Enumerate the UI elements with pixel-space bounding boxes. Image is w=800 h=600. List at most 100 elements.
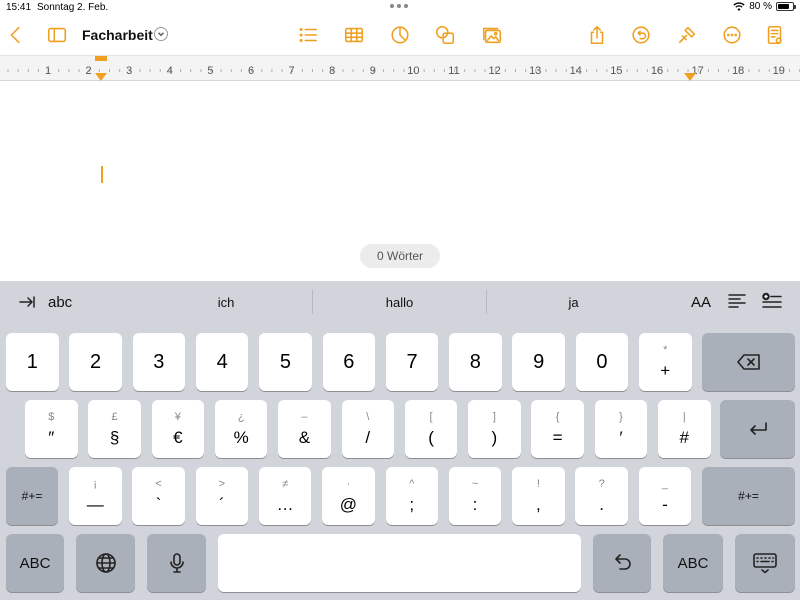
keyboard-key[interactable]: $ ″ [25,400,78,458]
ruler-number: 1 [45,65,51,77]
margin-marker-icon[interactable] [684,73,696,81]
globe-key[interactable] [76,534,135,592]
word-count-badge[interactable]: 0 Wörter [360,244,440,268]
keyboard-key[interactable]: * + [639,333,692,391]
keyboard-key[interactable]: } ′ [594,400,648,458]
toolbar: Facharbeit [0,17,800,53]
keyboard-key[interactable]: 7 [385,333,439,391]
key-label: & [298,428,311,447]
key-label: + [660,361,671,380]
more-symbols-key-left[interactable]: #+= [6,467,58,525]
key-label: 6 [343,351,355,373]
list-icon[interactable] [296,23,320,47]
key-label: 9 [533,351,545,373]
key-label: @ [339,495,358,514]
keyboard-key[interactable]: < ` [132,467,185,525]
document-title[interactable]: Facharbeit [82,27,153,43]
ruler-number: 6 [248,65,254,77]
prediction-word[interactable]: hallo [313,295,486,310]
multitasking-dots-icon[interactable] [390,4,408,8]
back-chevron-icon[interactable] [4,23,28,47]
shapes-icon[interactable] [433,23,457,47]
keyboard-key[interactable]: 4 [195,333,249,391]
key-alt-label: $ [48,411,55,423]
abc-key-left[interactable]: ABC [6,534,64,592]
keyboard-key[interactable]: [( [404,400,458,458]
more-icon[interactable] [720,23,744,47]
keyboard-key[interactable]: ^; [385,467,438,525]
sidebar-icon[interactable] [45,23,69,47]
indent-marker-icon[interactable] [95,56,107,61]
keyboard-key[interactable]: 0 [575,333,629,391]
return-key[interactable] [720,400,795,458]
prediction-word[interactable]: ich [140,295,312,310]
keyboard-key[interactable]: 1 [6,333,59,391]
document-icon[interactable] [763,23,787,47]
keyboard-key[interactable]: !, [512,467,565,525]
format-brush-icon[interactable] [675,23,699,47]
keyboard-key[interactable]: > ´ [195,467,249,525]
keyboard-key[interactable]: ~: [448,467,502,525]
keyboard-key[interactable]: \ / [341,400,394,458]
keyboard-key[interactable]: £ § [88,400,141,458]
key-alt-label: ? [598,478,605,490]
keyboard-key[interactable]: ¿% [214,400,268,458]
ruler-number: 15 [610,65,622,77]
keyboard-key[interactable]: | # [658,400,711,458]
key-label: / [365,428,371,447]
key-label: ″ [48,428,55,447]
key-alt-label: ≠ [282,478,289,490]
paragraph-style-icon[interactable] [727,292,747,310]
prediction-word[interactable]: ja [487,295,660,310]
key-label: ; [409,495,415,514]
text-cursor [101,166,103,183]
space-bar[interactable] [218,534,581,592]
keyboard-key[interactable]: 5 [259,333,312,391]
keyboard-key[interactable]: ?. [575,467,628,525]
keyboard-key[interactable]: · @ [322,467,375,525]
keyboard-key[interactable]: {= [531,400,584,458]
key-label: : [472,495,478,514]
insert-list-icon[interactable] [761,292,783,310]
ruler-number: 11 [448,65,459,77]
delete-key[interactable] [702,333,795,391]
keyboard-key[interactable]: ¡ — [69,467,122,525]
hide-keyboard-key[interactable] [735,534,795,592]
ruler[interactable]: 1 2 3 4 5 6 7 8 9 10 11 12 13 14 15 16 17 18 19 [0,55,800,81]
title-chevron-down-icon[interactable] [154,27,168,41]
status-date: Sonntag 2. Feb. [37,2,109,13]
keyboard-key[interactable]: – & [278,400,331,458]
text-size-button[interactable]: AA [691,294,711,311]
key-alt-label: * [663,344,668,356]
dictation-key[interactable] [147,534,206,592]
undo-key[interactable] [593,534,651,592]
keyboard-key[interactable]: ¥ € [151,400,205,458]
key-label: 5 [279,351,291,373]
key-label: 7 [406,351,418,373]
key-alt-label: \ [366,411,370,423]
keyboard-key[interactable]: 2 [69,333,122,391]
keyboard-key[interactable]: _ - [638,467,692,525]
media-icon[interactable] [480,23,504,47]
keyboard-key[interactable]: 3 [132,333,186,391]
undo-icon[interactable] [629,23,653,47]
more-symbols-key-right[interactable]: #+= [702,467,795,525]
keyboard-key[interactable]: 8 [449,333,502,391]
key-alt-label: ¡ [93,478,98,490]
margin-marker-icon[interactable] [95,73,107,81]
chart-icon[interactable] [388,23,412,47]
key-label: 4 [216,351,228,373]
key-label: ) [491,428,498,447]
keyboard-key[interactable]: 6 [322,333,375,391]
keyboard-key[interactable]: ]) [468,400,521,458]
abc-key-right[interactable]: ABC [663,534,723,592]
table-icon[interactable] [342,23,366,47]
key-label: 3 [153,351,165,373]
tab-abc-label[interactable]: abc [48,294,72,311]
ruler-number: 10 [407,65,419,77]
keyboard-key[interactable]: ≠… [258,467,312,525]
keyboard-key[interactable]: 9 [512,333,565,391]
share-icon[interactable] [585,23,609,47]
tab-arrow-icon[interactable] [18,293,36,311]
key-label: - [662,495,668,514]
